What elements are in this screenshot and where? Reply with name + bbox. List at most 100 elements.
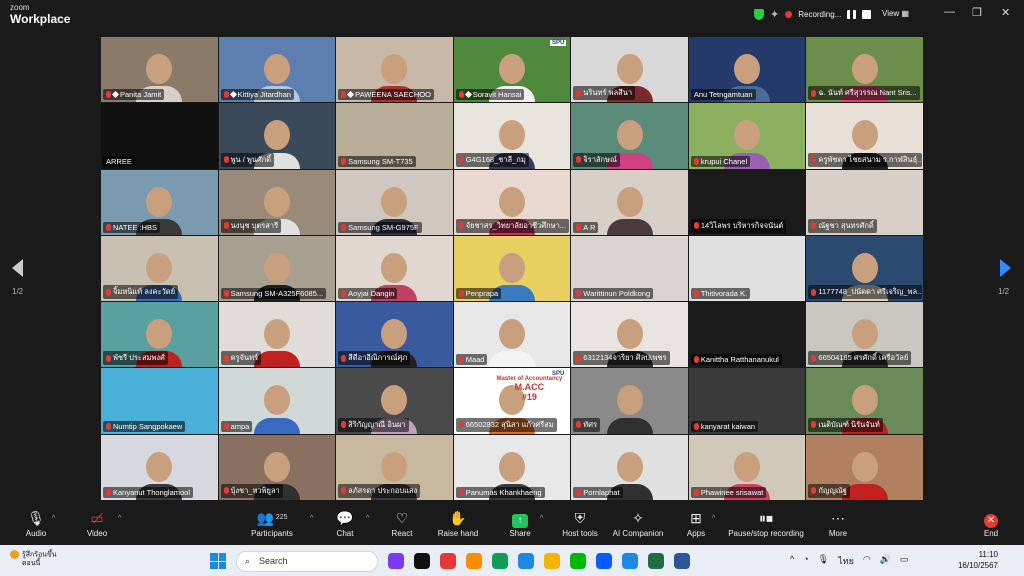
taskbar-app-icon[interactable] bbox=[440, 553, 456, 569]
network-icon[interactable]: ◔ bbox=[803, 554, 808, 568]
participant-tile[interactable]: ARREE bbox=[101, 103, 218, 169]
next-page-icon[interactable] bbox=[1000, 259, 1011, 277]
pause-stop-recording-button[interactable]: ⏸⏹ Pause/stop recording bbox=[726, 509, 806, 538]
view-button[interactable]: View ▦ bbox=[882, 9, 909, 18]
participant-tile[interactable]: 6312134จาริยา ศิลปเพชร bbox=[571, 302, 688, 368]
participant-tile[interactable]: Numtip Sangpokaew bbox=[101, 368, 218, 434]
participant-tile[interactable]: สิริกัญญาณี อินผา bbox=[336, 368, 453, 434]
taskbar-app-icon[interactable] bbox=[622, 553, 638, 569]
taskbar-search-box[interactable]: ⌕ Search bbox=[236, 551, 378, 572]
participant-tile[interactable]: ครูจันทร์ bbox=[218, 302, 336, 368]
participant-tile[interactable]: จิ้มหนิแท้ ลงคะวัดย์ bbox=[101, 235, 218, 302]
participants-chevron-icon[interactable]: ^ bbox=[310, 515, 313, 522]
close-window-button[interactable]: ✕ bbox=[1001, 6, 1010, 19]
apps-chevron-icon[interactable]: ^ bbox=[712, 515, 715, 522]
apps-button[interactable]: ⊞ Apps bbox=[684, 509, 708, 538]
weather-widget[interactable]: รู้สึกร้อนขึ้น ตอนนี้ bbox=[10, 550, 57, 569]
participant-tile[interactable]: G4G168_ชาลี_กมุ bbox=[453, 103, 571, 169]
participant-tile[interactable]: จัยชาสร_วิทยาลัยอาชีวศึกษา... bbox=[453, 169, 571, 235]
share-button[interactable]: ↑ Share bbox=[506, 509, 534, 538]
wifi-icon[interactable]: ◠ bbox=[863, 554, 871, 568]
participant-tile[interactable]: ครูพัชดา ไชยสนาม ร.กาฬสินธุ์... bbox=[806, 103, 923, 169]
taskbar-app-icon[interactable] bbox=[596, 553, 612, 569]
taskbar-app-icon[interactable] bbox=[570, 553, 586, 569]
participant-tile[interactable]: พัชรี ประสมพงศ์ bbox=[101, 302, 218, 368]
taskbar-app-icon[interactable] bbox=[414, 553, 430, 569]
participant-tile[interactable]: Thitivorada K. bbox=[688, 235, 806, 302]
participant-tile[interactable]: Anu Tetngamtuan bbox=[688, 37, 806, 103]
taskbar-app-icon[interactable] bbox=[388, 553, 404, 569]
windows-start-icon[interactable] bbox=[210, 553, 226, 569]
audio-button[interactable]: 🎙 Audio bbox=[22, 509, 50, 538]
participant-tile[interactable]: Samsung SM-A325F6085... bbox=[218, 235, 336, 302]
participant-tile[interactable]: Kanittha Ratthananukul bbox=[688, 302, 806, 368]
participant-tile[interactable]: Samsung SM-T735 bbox=[336, 103, 453, 169]
pause-recording-icon[interactable] bbox=[847, 10, 857, 19]
participant-tile[interactable]: นรินทร์ พลสีนา bbox=[571, 37, 688, 103]
taskbar-app-icon[interactable] bbox=[492, 553, 508, 569]
more-button[interactable]: ⋯ More bbox=[826, 509, 850, 538]
taskbar-app-icon[interactable] bbox=[648, 553, 664, 569]
react-button[interactable]: ♡ React bbox=[388, 509, 416, 538]
language-indicator[interactable]: ไทย bbox=[838, 554, 854, 568]
participant-tile[interactable]: Panita Jamit bbox=[101, 37, 218, 103]
volume-icon[interactable]: 🔊 bbox=[880, 554, 891, 568]
participant-tile[interactable]: ลภัสรดา ประกอบแสง bbox=[336, 434, 453, 500]
participant-tile[interactable]: สีดีอาอีณิการณ์ศุภ bbox=[336, 302, 453, 368]
participant-tile[interactable]: 66504185 ศรศักดิ์ เครือวัลย์ bbox=[806, 302, 923, 368]
audio-options-chevron-icon[interactable]: ^ bbox=[52, 515, 55, 522]
participant-tile[interactable]: NATEE :HBS bbox=[101, 169, 218, 235]
share-chevron-icon[interactable]: ^ bbox=[540, 515, 543, 522]
participant-tile[interactable]: เนติบัณฑ์ นิรันจันท์ bbox=[806, 368, 923, 434]
participant-tile[interactable]: PAWEENA SAECHOO bbox=[336, 37, 453, 103]
participant-tile[interactable]: Kanyanut Thonglamool bbox=[101, 434, 218, 500]
minimize-button[interactable]: — bbox=[944, 6, 955, 18]
participant-tile[interactable]: Kittiya Jitardhan bbox=[218, 37, 336, 103]
participant-tile[interactable]: 1177748_ปนัดดา ศรีเจริญ_พล... bbox=[806, 235, 923, 302]
participant-tile[interactable]: Pornlaphat bbox=[571, 434, 688, 500]
video-options-chevron-icon[interactable]: ^ bbox=[118, 515, 121, 522]
participant-tile[interactable]: ฉ. นันท์ ศรีสุวรรณ Nant Sris... bbox=[806, 37, 923, 103]
participant-tile[interactable]: SPU Master of Accountancy M.ACC #19 66502832… bbox=[453, 368, 571, 434]
stop-recording-icon[interactable] bbox=[862, 10, 872, 19]
participant-tile[interactable]: บุ้งชา_หวพิยูลา bbox=[218, 434, 336, 500]
participant-tile[interactable]: Phawinee srisawat bbox=[688, 434, 806, 500]
taskbar-app-icon[interactable] bbox=[518, 553, 534, 569]
participant-tile[interactable]: Warittinun Poldkong bbox=[571, 235, 688, 302]
participant-tile[interactable]: ณัฐชา สุนทรศักดิ์ bbox=[806, 169, 923, 235]
participant-tile[interactable]: 14วิไลพร บริหารกิจจนันต์ bbox=[688, 169, 806, 235]
sparkle-icon[interactable]: ✦ bbox=[770, 8, 779, 21]
participant-tile[interactable]: krupui Chanel bbox=[688, 103, 806, 169]
shield-icon[interactable] bbox=[754, 9, 764, 20]
participant-tile[interactable]: ทัศร bbox=[571, 368, 688, 434]
participant-tile[interactable]: พูน / พูนศักดิ์ bbox=[218, 103, 336, 169]
participant-tile[interactable]: Penprapa bbox=[453, 235, 571, 302]
ai-companion-button[interactable]: ✧ AI Companion bbox=[610, 509, 666, 538]
tray-chevron-icon[interactable]: ^ bbox=[790, 554, 794, 568]
taskbar-app-icon[interactable] bbox=[674, 553, 690, 569]
chat-chevron-icon[interactable]: ^ bbox=[366, 515, 369, 522]
chat-button[interactable]: 💬 Chat bbox=[332, 509, 358, 538]
participant-tile[interactable]: นงนุช บุตรสารี bbox=[218, 169, 336, 235]
restore-button[interactable]: ❐ bbox=[972, 6, 982, 19]
end-button[interactable]: ✕ End bbox=[980, 509, 1002, 538]
previous-page-icon[interactable] bbox=[12, 259, 23, 277]
participant-tile[interactable]: Samsung SM-G975F bbox=[336, 169, 453, 235]
participant-tile[interactable]: Maad bbox=[453, 302, 571, 368]
participant-tile[interactable]: Panumas Khankhaeng bbox=[453, 434, 571, 500]
participant-tile[interactable]: A R bbox=[571, 169, 688, 235]
video-button[interactable]: ▭̸ Video bbox=[82, 509, 112, 538]
participant-tile[interactable]: ampa bbox=[218, 368, 336, 434]
host-tools-button[interactable]: ⛨ Host tools bbox=[560, 509, 600, 538]
participant-tile[interactable]: SPU Soravit Hansai bbox=[453, 37, 571, 103]
raise-hand-button[interactable]: ✋ Raise hand bbox=[436, 509, 480, 538]
battery-icon[interactable]: ▭ bbox=[900, 554, 909, 568]
participant-tile[interactable]: kanyarat kaiwan bbox=[688, 368, 806, 434]
participant-tile[interactable]: Aoyjai Dangin bbox=[336, 235, 453, 302]
taskbar-app-icon[interactable] bbox=[466, 553, 482, 569]
clock[interactable]: 11:10 16/10/2567 bbox=[950, 549, 998, 571]
participant-tile[interactable]: จิราลักษณ์ bbox=[571, 103, 688, 169]
microphone-icon[interactable]: 🎙 bbox=[818, 554, 829, 568]
participants-button[interactable]: 👥 225 Participants bbox=[246, 509, 298, 538]
taskbar-app-icon[interactable] bbox=[544, 553, 560, 569]
